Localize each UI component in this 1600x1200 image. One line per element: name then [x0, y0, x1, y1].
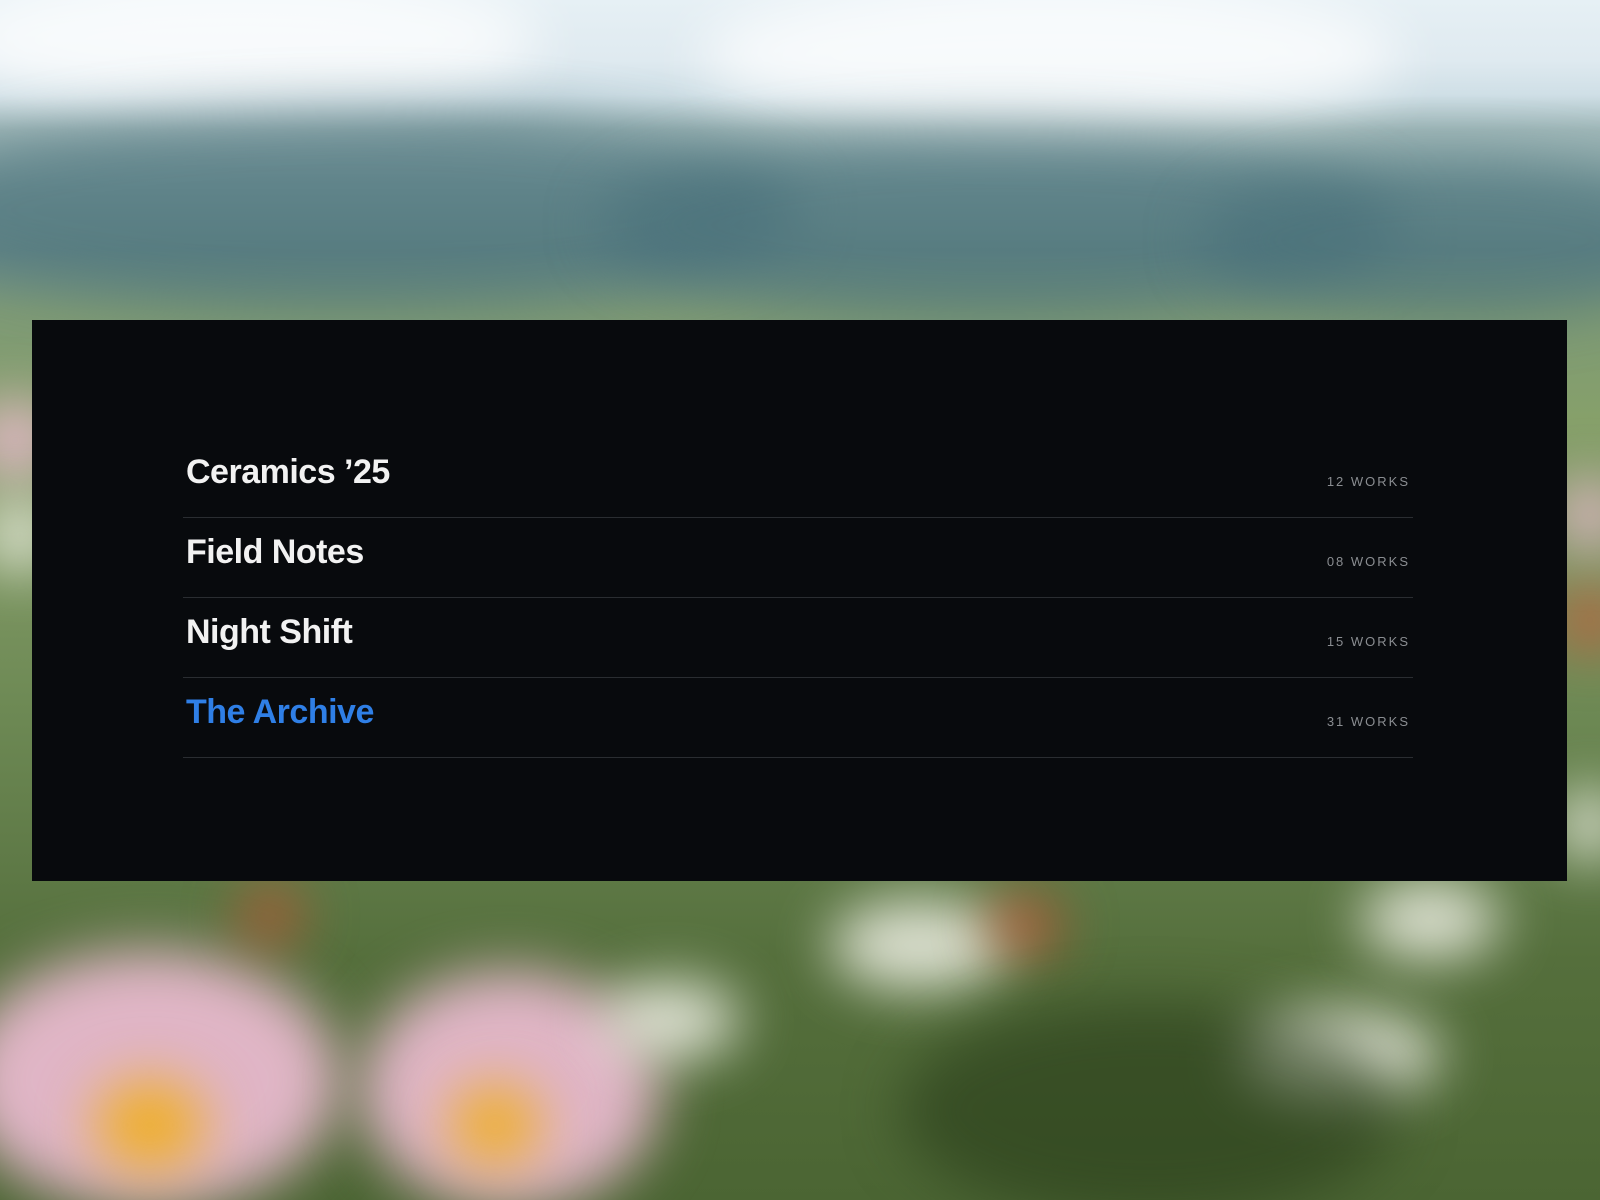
collections-panel: Ceramics ’25 12 WORKS Field Notes 08 WOR… — [32, 320, 1567, 881]
collection-row-the-archive[interactable]: The Archive 31 WORKS — [183, 678, 1413, 758]
collection-title: Field Notes — [186, 533, 364, 571]
collection-row-ceramics[interactable]: Ceramics ’25 12 WORKS — [183, 438, 1413, 518]
collection-title: Night Shift — [186, 613, 353, 651]
collection-count: 08 WORKS — [1326, 554, 1410, 569]
collection-count: 12 WORKS — [1326, 474, 1410, 489]
collection-title: The Archive — [186, 693, 374, 731]
collection-count: 31 WORKS — [1326, 714, 1410, 729]
collection-row-field-notes[interactable]: Field Notes 08 WORKS — [183, 518, 1413, 598]
collection-count: 15 WORKS — [1326, 634, 1410, 649]
collection-row-night-shift[interactable]: Night Shift 15 WORKS — [183, 598, 1413, 678]
collection-title: Ceramics ’25 — [186, 453, 390, 491]
collections-list: Ceramics ’25 12 WORKS Field Notes 08 WOR… — [183, 438, 1413, 758]
